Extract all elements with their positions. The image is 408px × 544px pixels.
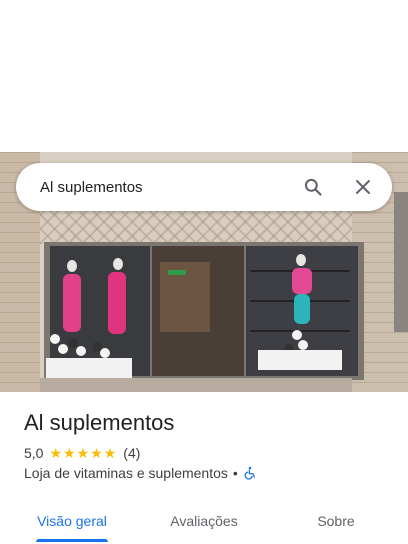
place-title: Al suplementos: [24, 410, 175, 435]
mannequin-outfit: [292, 268, 312, 294]
balloon: [298, 340, 308, 350]
tab-overview[interactable]: Visão geral: [24, 498, 120, 544]
star-icon: ★: [76, 445, 90, 461]
category-row: Loja de vitaminas e suplementos •: [24, 465, 257, 481]
review-count[interactable]: (4): [123, 445, 140, 461]
rating-row[interactable]: 5,0 ★ ★ ★ ★ ★ (4): [24, 445, 140, 461]
wheelchair-icon[interactable]: [243, 466, 257, 480]
decorative-lattice: [40, 208, 352, 244]
balloon: [58, 344, 68, 354]
separator-dot: •: [232, 465, 238, 481]
rating-stars: ★ ★ ★ ★ ★: [49, 446, 117, 460]
sidewalk: [40, 378, 352, 392]
balloon: [50, 334, 60, 344]
star-icon: ★: [103, 445, 117, 461]
star-icon: ★: [90, 445, 103, 461]
mannequin-outfit: [294, 294, 310, 324]
tab-reviews[interactable]: Avaliações: [156, 498, 252, 544]
rating-value: 5,0: [24, 445, 44, 461]
mannequin-head: [113, 258, 123, 270]
search-input[interactable]: Al suplementos: [40, 179, 301, 196]
display-base: [258, 350, 342, 370]
balloon: [100, 348, 110, 358]
place-category[interactable]: Loja de vitaminas e suplementos: [24, 465, 228, 481]
search-bar[interactable]: Al suplementos: [16, 163, 392, 211]
mannequin-outfit: [108, 272, 126, 334]
tab-about[interactable]: Sobre: [292, 498, 380, 544]
display-base: [46, 358, 132, 380]
exit-sign: [168, 270, 186, 275]
star-icon: ★: [49, 445, 63, 461]
search-icon[interactable]: [301, 175, 325, 199]
mannequin-head: [296, 254, 306, 266]
close-icon[interactable]: [351, 175, 375, 199]
place-tabs: Visão geral Avaliações Sobre: [0, 498, 408, 544]
star-icon: ★: [63, 445, 76, 461]
right-building-edge: [394, 192, 408, 332]
balloon: [292, 330, 302, 340]
mannequin-outfit: [63, 274, 81, 332]
place-details-panel: Al suplementos 5,0 ★ ★ ★ ★ ★ (4) Loja de…: [0, 392, 408, 544]
map-top-area: [0, 0, 408, 152]
active-tab-indicator: [36, 539, 108, 542]
balloon: [76, 346, 86, 356]
mannequin-head: [67, 260, 77, 272]
